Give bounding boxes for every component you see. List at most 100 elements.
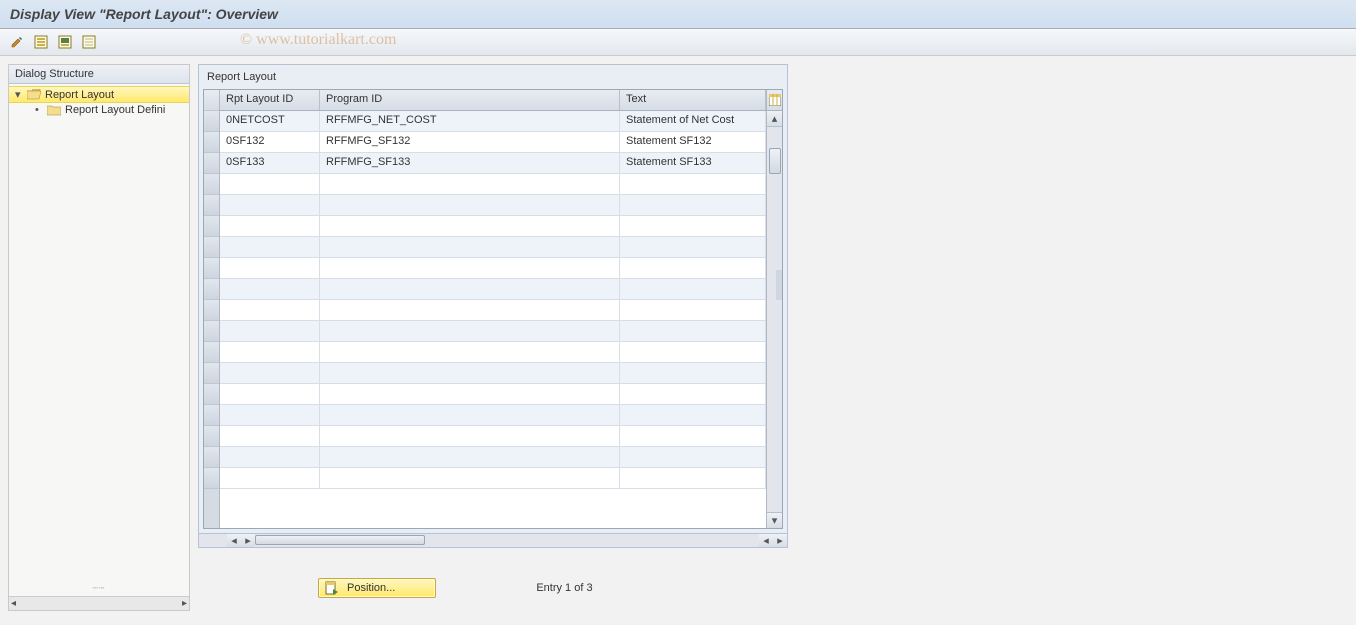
grid-h-scrollbar[interactable]: ◂ ▸ ◂ ▸ <box>198 534 788 548</box>
table-row[interactable] <box>220 468 766 489</box>
table-cell[interactable] <box>620 447 766 467</box>
row-header-cell[interactable] <box>204 174 219 195</box>
row-header-cell[interactable] <box>204 447 219 468</box>
table-row[interactable] <box>220 321 766 342</box>
scroll-right-icon[interactable]: ▸ <box>182 598 187 609</box>
row-header-cell[interactable] <box>204 216 219 237</box>
table-row[interactable] <box>220 363 766 384</box>
row-header-cell[interactable] <box>204 279 219 300</box>
table-cell[interactable] <box>220 426 320 446</box>
row-header-cell[interactable] <box>204 132 219 153</box>
table-cell[interactable] <box>620 321 766 341</box>
table-cell[interactable] <box>220 363 320 383</box>
table-row[interactable]: 0SF133RFFMFG_SF133Statement SF133 <box>220 153 766 174</box>
deselect-all-button[interactable] <box>80 33 98 51</box>
row-header-cell[interactable] <box>204 153 219 174</box>
table-row[interactable] <box>220 342 766 363</box>
row-header-cell[interactable] <box>204 363 219 384</box>
h-scroll-track[interactable] <box>255 534 759 547</box>
table-row[interactable]: 0NETCOSTRFFMFG_NET_COSTStatement of Net … <box>220 111 766 132</box>
table-cell[interactable]: 0NETCOST <box>220 111 320 131</box>
table-cell[interactable] <box>320 195 620 215</box>
table-cell[interactable] <box>620 363 766 383</box>
table-cell[interactable] <box>320 279 620 299</box>
column-header-program-id[interactable]: Program ID <box>320 90 620 110</box>
table-row[interactable] <box>220 174 766 195</box>
table-cell[interactable] <box>320 426 620 446</box>
table-cell[interactable]: RFFMFG_SF133 <box>320 153 620 173</box>
row-header-cell[interactable] <box>204 237 219 258</box>
table-cell[interactable] <box>220 468 320 488</box>
scroll-left-icon[interactable]: ◂ <box>227 534 241 547</box>
table-row[interactable] <box>220 237 766 258</box>
table-cell[interactable] <box>320 447 620 467</box>
table-cell[interactable] <box>220 405 320 425</box>
row-header-cell[interactable] <box>204 405 219 426</box>
table-cell[interactable] <box>220 447 320 467</box>
table-cell[interactable] <box>620 300 766 320</box>
table-cell[interactable]: Statement of Net Cost <box>620 111 766 131</box>
table-cell[interactable] <box>320 321 620 341</box>
table-row[interactable] <box>220 405 766 426</box>
table-cell[interactable] <box>220 384 320 404</box>
table-row[interactable] <box>220 447 766 468</box>
scroll-left-step-icon[interactable]: ◂ <box>759 534 773 547</box>
table-cell[interactable] <box>620 237 766 257</box>
table-cell[interactable] <box>220 216 320 236</box>
select-all-button[interactable] <box>32 33 50 51</box>
row-header-cell[interactable] <box>204 468 219 489</box>
table-row[interactable] <box>220 195 766 216</box>
tree-node-report-layout-defini[interactable]: • Report Layout Defini <box>9 103 189 117</box>
table-cell[interactable]: RFFMFG_SF132 <box>320 132 620 152</box>
row-header-cell[interactable] <box>204 195 219 216</box>
scroll-left-icon[interactable]: ◂ <box>11 598 16 609</box>
table-cell[interactable] <box>220 342 320 362</box>
row-header-cell[interactable] <box>204 300 219 321</box>
v-scroll-thumb[interactable] <box>769 148 781 174</box>
table-row[interactable] <box>220 216 766 237</box>
grid-v-scrollbar[interactable]: ▴ ▾ <box>766 90 782 528</box>
table-cell[interactable] <box>620 216 766 236</box>
table-row[interactable] <box>220 426 766 447</box>
table-cell[interactable] <box>320 258 620 278</box>
row-header-cell[interactable] <box>204 384 219 405</box>
h-scroll-thumb[interactable] <box>255 535 425 545</box>
position-button[interactable]: Position... <box>318 578 436 598</box>
table-cell[interactable] <box>620 174 766 194</box>
scroll-up-icon[interactable]: ▴ <box>767 111 782 127</box>
table-settings-button[interactable] <box>767 90 782 111</box>
table-cell[interactable]: RFFMFG_NET_COST <box>320 111 620 131</box>
scroll-right-step-icon[interactable]: ▸ <box>241 534 255 547</box>
table-row[interactable] <box>220 300 766 321</box>
table-row[interactable] <box>220 258 766 279</box>
table-cell[interactable] <box>320 174 620 194</box>
table-cell[interactable] <box>220 279 320 299</box>
column-header-rpt-layout-id[interactable]: Rpt Layout ID <box>220 90 320 110</box>
table-cell[interactable] <box>320 468 620 488</box>
scroll-down-icon[interactable]: ▾ <box>767 512 782 528</box>
table-cell[interactable]: 0SF132 <box>220 132 320 152</box>
table-cell[interactable] <box>220 300 320 320</box>
table-cell[interactable] <box>220 321 320 341</box>
table-cell[interactable] <box>620 384 766 404</box>
table-cell[interactable] <box>320 405 620 425</box>
tree-toggle-icon[interactable]: ▾ <box>15 88 25 101</box>
table-row[interactable]: 0SF132RFFMFG_SF132Statement SF132 <box>220 132 766 153</box>
table-row[interactable] <box>220 384 766 405</box>
table-cell[interactable] <box>620 258 766 278</box>
table-row[interactable] <box>220 279 766 300</box>
table-cell[interactable] <box>620 405 766 425</box>
table-cell[interactable] <box>320 300 620 320</box>
table-cell[interactable]: Statement SF132 <box>620 132 766 152</box>
table-cell[interactable] <box>620 195 766 215</box>
table-cell[interactable] <box>320 216 620 236</box>
tree-node-report-layout[interactable]: ▾ Report Layout <box>9 86 189 103</box>
row-header-cell[interactable] <box>204 258 219 279</box>
row-header-cell[interactable] <box>204 342 219 363</box>
table-cell[interactable] <box>220 195 320 215</box>
row-header-cell[interactable] <box>204 111 219 132</box>
tree-resize-handle[interactable]: ┄┄ <box>93 583 106 594</box>
table-cell[interactable] <box>220 237 320 257</box>
change-button[interactable] <box>8 33 26 51</box>
table-cell[interactable] <box>320 363 620 383</box>
